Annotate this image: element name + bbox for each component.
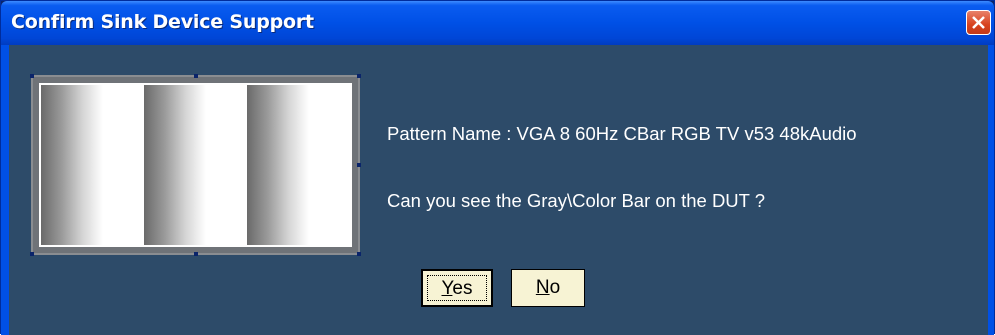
- resize-handle: [194, 74, 198, 78]
- resize-handle: [357, 74, 361, 78]
- resize-handle: [357, 252, 361, 256]
- gray-bar-3: [247, 85, 350, 245]
- yes-button[interactable]: Yes: [421, 269, 493, 307]
- confirmation-question: Can you see the Gray\Color Bar on the DU…: [387, 190, 766, 211]
- close-x-icon: [972, 16, 985, 29]
- focus-rectangle: [427, 275, 487, 301]
- gray-bar-2: [144, 85, 247, 245]
- close-button[interactable]: [966, 10, 991, 35]
- gray-bar-1: [41, 85, 144, 245]
- no-label-rest: o: [549, 277, 561, 298]
- dialog-body: Pattern Name : VGA 8 60Hz CBar RGB TV v5…: [9, 45, 988, 335]
- pattern-preview: [30, 74, 361, 256]
- no-button[interactable]: No: [511, 269, 585, 307]
- title-bar[interactable]: Confirm Sink Device Support: [1, 1, 994, 45]
- resize-handle: [30, 74, 34, 78]
- dialog-window: Confirm Sink Device Support Pattern Name…: [0, 0, 995, 335]
- resize-handle: [357, 163, 361, 167]
- resize-handle: [30, 252, 34, 256]
- no-mnemonic: N: [535, 277, 550, 298]
- resize-handle: [194, 252, 198, 256]
- gray-bar-image: [39, 83, 352, 247]
- window-frame-left: [1, 45, 9, 335]
- dialog-title: Confirm Sink Device Support: [11, 11, 314, 33]
- pattern-name-label: Pattern Name : VGA 8 60Hz CBar RGB TV v5…: [387, 123, 857, 144]
